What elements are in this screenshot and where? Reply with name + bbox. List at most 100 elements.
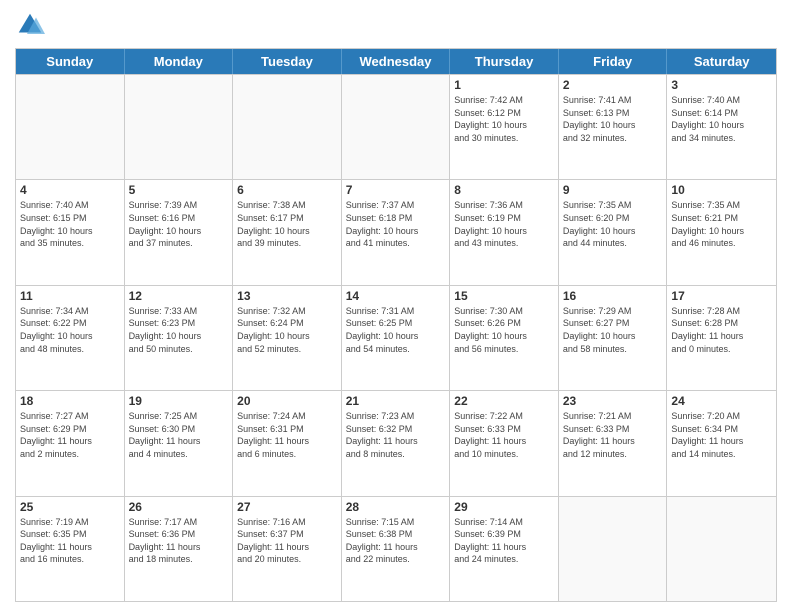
day-cell-8: 8 Sunrise: 7:36 AM Sunset: 6:19 PM Daylig…	[450, 180, 559, 284]
day-info: Sunrise: 7:16 AM Sunset: 6:37 PM Dayligh…	[237, 516, 337, 566]
day-cell-22: 22 Sunrise: 7:22 AM Sunset: 6:33 PM Dayli…	[450, 391, 559, 495]
day-number: 19	[129, 394, 229, 408]
day-info: Sunrise: 7:35 AM Sunset: 6:21 PM Dayligh…	[671, 199, 772, 249]
day-number: 27	[237, 500, 337, 514]
day-info: Sunrise: 7:40 AM Sunset: 6:15 PM Dayligh…	[20, 199, 120, 249]
day-number: 17	[671, 289, 772, 303]
header-day-tuesday: Tuesday	[233, 49, 342, 74]
day-number: 14	[346, 289, 446, 303]
day-cell-empty-0-3	[342, 75, 451, 179]
header-day-sunday: Sunday	[16, 49, 125, 74]
day-cell-26: 26 Sunrise: 7:17 AM Sunset: 6:36 PM Dayli…	[125, 497, 234, 601]
day-number: 8	[454, 183, 554, 197]
day-cell-11: 11 Sunrise: 7:34 AM Sunset: 6:22 PM Dayli…	[16, 286, 125, 390]
day-info: Sunrise: 7:34 AM Sunset: 6:22 PM Dayligh…	[20, 305, 120, 355]
day-info: Sunrise: 7:29 AM Sunset: 6:27 PM Dayligh…	[563, 305, 663, 355]
day-cell-17: 17 Sunrise: 7:28 AM Sunset: 6:28 PM Dayli…	[667, 286, 776, 390]
header-day-saturday: Saturday	[667, 49, 776, 74]
day-info: Sunrise: 7:37 AM Sunset: 6:18 PM Dayligh…	[346, 199, 446, 249]
day-number: 16	[563, 289, 663, 303]
day-cell-19: 19 Sunrise: 7:25 AM Sunset: 6:30 PM Dayli…	[125, 391, 234, 495]
day-cell-1: 1 Sunrise: 7:42 AM Sunset: 6:12 PM Daylig…	[450, 75, 559, 179]
day-info: Sunrise: 7:24 AM Sunset: 6:31 PM Dayligh…	[237, 410, 337, 460]
day-cell-2: 2Sunrise: 7:41 AM Sunset: 6:13 PM Daylig…	[559, 75, 668, 179]
day-cell-16: 16 Sunrise: 7:29 AM Sunset: 6:27 PM Dayli…	[559, 286, 668, 390]
day-cell-28: 28 Sunrise: 7:15 AM Sunset: 6:38 PM Dayli…	[342, 497, 451, 601]
day-number: 26	[129, 500, 229, 514]
day-info: Sunrise: 7:28 AM Sunset: 6:28 PM Dayligh…	[671, 305, 772, 355]
day-info: Sunrise: 7:15 AM Sunset: 6:38 PM Dayligh…	[346, 516, 446, 566]
day-info: Sunrise: 7:23 AM Sunset: 6:32 PM Dayligh…	[346, 410, 446, 460]
day-info: Sunrise: 7:22 AM Sunset: 6:33 PM Dayligh…	[454, 410, 554, 460]
day-cell-empty-0-2	[233, 75, 342, 179]
day-cell-empty-4-5	[559, 497, 668, 601]
calendar-row-4: 18Sunrise: 7:27 AM Sunset: 6:29 PM Dayli…	[16, 390, 776, 495]
day-number: 2	[563, 78, 663, 92]
day-number: 12	[129, 289, 229, 303]
day-number: 3	[671, 78, 772, 92]
day-number: 23	[563, 394, 663, 408]
day-info: Sunrise: 7:17 AM Sunset: 6:36 PM Dayligh…	[129, 516, 229, 566]
calendar-row-5: 25 Sunrise: 7:19 AM Sunset: 6:35 PM Dayli…	[16, 496, 776, 601]
day-info: Sunrise: 7:27 AM Sunset: 6:29 PM Dayligh…	[20, 410, 120, 460]
day-cell-13: 13 Sunrise: 7:32 AM Sunset: 6:24 PM Dayli…	[233, 286, 342, 390]
day-info: Sunrise: 7:31 AM Sunset: 6:25 PM Dayligh…	[346, 305, 446, 355]
calendar-row-1: 1 Sunrise: 7:42 AM Sunset: 6:12 PM Daylig…	[16, 74, 776, 179]
day-info: Sunrise: 7:19 AM Sunset: 6:35 PM Dayligh…	[20, 516, 120, 566]
header-day-wednesday: Wednesday	[342, 49, 451, 74]
day-number: 5	[129, 183, 229, 197]
day-cell-21: 21 Sunrise: 7:23 AM Sunset: 6:32 PM Dayli…	[342, 391, 451, 495]
day-info: Sunrise: 7:38 AM Sunset: 6:17 PM Dayligh…	[237, 199, 337, 249]
day-info: Sunrise: 7:42 AM Sunset: 6:12 PM Dayligh…	[454, 94, 554, 144]
day-info: Sunrise: 7:35 AM Sunset: 6:20 PM Dayligh…	[563, 199, 663, 249]
calendar-row-2: 4Sunrise: 7:40 AM Sunset: 6:15 PM Daylig…	[16, 179, 776, 284]
day-info: Sunrise: 7:36 AM Sunset: 6:19 PM Dayligh…	[454, 199, 554, 249]
day-cell-6: 6 Sunrise: 7:38 AM Sunset: 6:17 PM Daylig…	[233, 180, 342, 284]
day-info: Sunrise: 7:32 AM Sunset: 6:24 PM Dayligh…	[237, 305, 337, 355]
day-number: 28	[346, 500, 446, 514]
calendar: SundayMondayTuesdayWednesdayThursdayFrid…	[15, 48, 777, 602]
day-cell-27: 27 Sunrise: 7:16 AM Sunset: 6:37 PM Dayli…	[233, 497, 342, 601]
day-info: Sunrise: 7:21 AM Sunset: 6:33 PM Dayligh…	[563, 410, 663, 460]
day-number: 21	[346, 394, 446, 408]
day-cell-23: 23 Sunrise: 7:21 AM Sunset: 6:33 PM Dayli…	[559, 391, 668, 495]
day-cell-24: 24Sunrise: 7:20 AM Sunset: 6:34 PM Dayli…	[667, 391, 776, 495]
day-cell-12: 12Sunrise: 7:33 AM Sunset: 6:23 PM Dayli…	[125, 286, 234, 390]
day-number: 7	[346, 183, 446, 197]
day-cell-5: 5 Sunrise: 7:39 AM Sunset: 6:16 PM Daylig…	[125, 180, 234, 284]
day-number: 25	[20, 500, 120, 514]
day-cell-empty-0-1	[125, 75, 234, 179]
day-info: Sunrise: 7:39 AM Sunset: 6:16 PM Dayligh…	[129, 199, 229, 249]
header-day-friday: Friday	[559, 49, 668, 74]
day-info: Sunrise: 7:20 AM Sunset: 6:34 PM Dayligh…	[671, 410, 772, 460]
day-cell-empty-0-0	[16, 75, 125, 179]
calendar-row-3: 11 Sunrise: 7:34 AM Sunset: 6:22 PM Dayli…	[16, 285, 776, 390]
logo-icon	[15, 10, 45, 40]
day-number: 11	[20, 289, 120, 303]
day-cell-4: 4Sunrise: 7:40 AM Sunset: 6:15 PM Daylig…	[16, 180, 125, 284]
day-number: 9	[563, 183, 663, 197]
day-cell-9: 9 Sunrise: 7:35 AM Sunset: 6:20 PM Daylig…	[559, 180, 668, 284]
calendar-header: SundayMondayTuesdayWednesdayThursdayFrid…	[16, 49, 776, 74]
day-cell-20: 20 Sunrise: 7:24 AM Sunset: 6:31 PM Dayli…	[233, 391, 342, 495]
day-info: Sunrise: 7:30 AM Sunset: 6:26 PM Dayligh…	[454, 305, 554, 355]
header-day-thursday: Thursday	[450, 49, 559, 74]
day-number: 15	[454, 289, 554, 303]
day-cell-18: 18Sunrise: 7:27 AM Sunset: 6:29 PM Dayli…	[16, 391, 125, 495]
day-cell-empty-4-6	[667, 497, 776, 601]
day-number: 13	[237, 289, 337, 303]
day-number: 1	[454, 78, 554, 92]
day-number: 20	[237, 394, 337, 408]
header-day-monday: Monday	[125, 49, 234, 74]
day-number: 6	[237, 183, 337, 197]
logo	[15, 10, 49, 40]
header	[15, 10, 777, 40]
day-info: Sunrise: 7:14 AM Sunset: 6:39 PM Dayligh…	[454, 516, 554, 566]
day-cell-25: 25 Sunrise: 7:19 AM Sunset: 6:35 PM Dayli…	[16, 497, 125, 601]
day-cell-7: 7 Sunrise: 7:37 AM Sunset: 6:18 PM Daylig…	[342, 180, 451, 284]
day-cell-29: 29Sunrise: 7:14 AM Sunset: 6:39 PM Dayli…	[450, 497, 559, 601]
page: SundayMondayTuesdayWednesdayThursdayFrid…	[0, 0, 792, 612]
day-info: Sunrise: 7:25 AM Sunset: 6:30 PM Dayligh…	[129, 410, 229, 460]
day-cell-10: 10Sunrise: 7:35 AM Sunset: 6:21 PM Dayli…	[667, 180, 776, 284]
day-number: 22	[454, 394, 554, 408]
